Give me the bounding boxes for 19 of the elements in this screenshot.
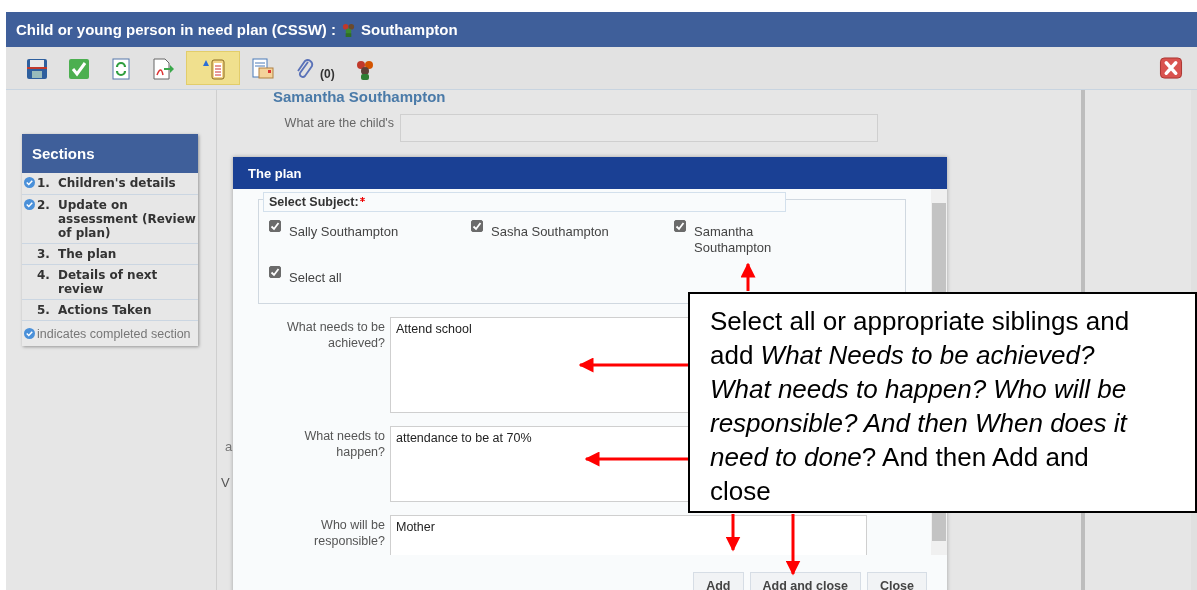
annotation-tooltip: Select all or appropriate siblings and add What Needs to be achieved? What needs to happen? Who will be responsible? And then When does it need to done? And then Add and close bbox=[688, 292, 1197, 513]
checkbox-label: Sally Southampton bbox=[289, 224, 400, 241]
field-label: What are the child's bbox=[283, 115, 394, 132]
person-name: Samantha Southampton bbox=[273, 88, 447, 105]
field-label: V bbox=[221, 475, 230, 490]
checkbox-label: Samantha Southampton bbox=[694, 224, 773, 256]
checkbox-label: Select all bbox=[289, 270, 343, 286]
field-label: What needs to be achieved? bbox=[286, 319, 385, 352]
dialog-title: The plan bbox=[233, 157, 947, 189]
field-label: Who will be responsible? bbox=[313, 517, 385, 550]
attachment-count: (0) bbox=[320, 67, 335, 81]
window-title: Child or young person in need plan (CSSW) : bbox=[16, 21, 336, 38]
field-label: What needs to happen? bbox=[303, 428, 385, 461]
checkbox-label: Sasha Southampton bbox=[491, 224, 610, 241]
window-subject: Southampton bbox=[361, 21, 458, 38]
group-title: Select Subject: bbox=[269, 195, 359, 209]
sections-header: Sections bbox=[22, 134, 198, 173]
legend-text: indicates completed section bbox=[37, 327, 191, 341]
field-label: a bbox=[225, 439, 233, 454]
